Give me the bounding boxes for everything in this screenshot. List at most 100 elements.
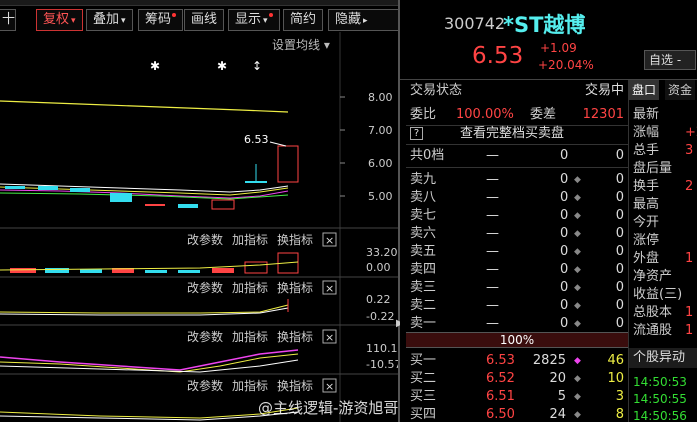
switch-indicator-button[interactable]: 换指标 bbox=[277, 280, 313, 295]
tab-pankou[interactable]: 盘口 bbox=[629, 80, 660, 100]
candle bbox=[38, 186, 58, 190]
side-field-value: 1 bbox=[685, 305, 694, 320]
buy-sell-ratio-bar: 100% bbox=[406, 332, 628, 348]
ma-line-long bbox=[0, 100, 289, 113]
overlay-button[interactable]: 叠加 ▾ bbox=[86, 9, 133, 31]
ask-row[interactable]: 卖七 —0 ◆ 0 bbox=[406, 207, 628, 225]
price-change-pct: +20.04% bbox=[538, 58, 594, 72]
edit-params-button[interactable]: 改参数 bbox=[187, 378, 223, 393]
candle bbox=[5, 186, 25, 189]
bid-row[interactable]: 买四 6.50 24 ◆ 8 bbox=[406, 406, 628, 422]
display-button[interactable]: 显示 ▾ bbox=[228, 9, 280, 31]
status-row: 交易状态 交易中 bbox=[410, 83, 624, 98]
ask-row[interactable]: 卖三 —0 ◆ 0 bbox=[406, 279, 628, 297]
switch-indicator-button[interactable]: 换指标 bbox=[277, 329, 313, 344]
bid-row[interactable]: 买二 6.52 20 ◆ 10 bbox=[406, 370, 628, 388]
price-tick-label: 7.00 bbox=[368, 124, 393, 137]
add-watchlist-button[interactable]: 自选 - bbox=[644, 50, 696, 70]
close-panel-glyph[interactable]: × bbox=[325, 380, 334, 393]
abnormal-time[interactable]: 14:50:56 bbox=[633, 408, 687, 422]
price-tick-label: 8.00 bbox=[368, 91, 393, 104]
side-field-label: 最高 bbox=[633, 197, 660, 212]
indicator-panel-volume bbox=[0, 252, 299, 274]
edit-params-button[interactable]: 改参数 bbox=[187, 232, 223, 247]
switch-indicator-button[interactable]: 换指标 bbox=[277, 378, 313, 393]
indicator-panel-2 bbox=[0, 299, 289, 316]
candles-group bbox=[5, 145, 299, 210]
arrow-marker: ↕ bbox=[252, 59, 262, 73]
stock-code: 300742 bbox=[444, 14, 506, 33]
side-field-label: 外盘 bbox=[633, 251, 660, 266]
side-field-value: +2 bbox=[685, 125, 697, 140]
price-tick-label: 6.00 bbox=[368, 157, 393, 170]
side-field-label: 流通股 bbox=[633, 323, 673, 338]
abnormal-time[interactable]: 14:50:53 bbox=[633, 374, 687, 390]
side-field-label: 总股本 bbox=[633, 305, 673, 320]
ask-row[interactable]: 卖八 —0 ◆ 0 bbox=[406, 189, 628, 207]
side-field-label: 涨停 bbox=[633, 233, 660, 248]
ask-row[interactable]: 卖九 —0 ◆ 0 bbox=[406, 171, 628, 189]
side-field-label: 最新 bbox=[633, 107, 660, 122]
add-indicator-button[interactable]: 加指标 bbox=[232, 232, 268, 247]
draw-line-button[interactable]: 画线 bbox=[184, 9, 225, 31]
candle bbox=[110, 193, 132, 202]
add-indicator-button[interactable]: 加指标 bbox=[232, 280, 268, 295]
stock-price: 6.53 bbox=[472, 43, 524, 69]
side-field-label: 净资产 bbox=[633, 269, 673, 284]
side-field-label: 收益(三) bbox=[633, 287, 683, 302]
indicator-tick-label: -10.57 bbox=[366, 358, 398, 371]
side-field-label: 盘后量 bbox=[633, 161, 673, 176]
price-tick-label: 5.00 bbox=[368, 190, 393, 203]
simple-button[interactable]: 简约 bbox=[283, 9, 324, 31]
candle bbox=[211, 199, 235, 210]
price-axis: 8.00 7.00 6.00 5.00 bbox=[340, 91, 393, 203]
section-abnormal[interactable]: 个股异动 bbox=[629, 348, 697, 368]
edit-params-button[interactable]: 改参数 bbox=[187, 329, 223, 344]
ask-row[interactable]: 卖二 —0 ◆ 0 bbox=[406, 297, 628, 315]
view-full-book-button[interactable]: ? 查看完整档买卖盘 bbox=[406, 125, 628, 143]
help-icon: ? bbox=[410, 127, 423, 140]
side-field-value: 2 bbox=[685, 179, 694, 194]
weibi-row: 委比 100.00% 委差 12301 bbox=[410, 107, 624, 122]
kline-chart-svg[interactable]: 设置均线 ▾ ✱ ✱ ↕ 8.007.006.005.00 6.53 改参数 加… bbox=[0, 32, 405, 422]
chips-button[interactable]: 筹码 bbox=[138, 9, 184, 31]
annotation-pointer bbox=[269, 141, 287, 147]
indicator-tick-label: 0.00 bbox=[366, 261, 391, 274]
notify-dot bbox=[268, 13, 273, 17]
price-change: +1.09 bbox=[540, 41, 577, 55]
candle bbox=[70, 188, 90, 192]
side-field-label: 涨幅 bbox=[633, 125, 660, 140]
bid-row[interactable]: 买一 6.53 2825 ◆ 46 bbox=[406, 352, 628, 370]
crosshair-button[interactable]: 十 bbox=[0, 9, 16, 31]
tab-funds[interactable]: 资金 bbox=[665, 80, 696, 100]
hide-button[interactable]: 隐藏 ▸ bbox=[328, 9, 400, 31]
close-panel-glyph[interactable]: × bbox=[325, 331, 334, 344]
stock-name: *ST越博 bbox=[503, 13, 586, 37]
add-indicator-button[interactable]: 加指标 bbox=[232, 378, 268, 393]
ask-row[interactable]: 卖六 —0 ◆ 0 bbox=[406, 225, 628, 243]
switch-indicator-button[interactable]: 换指标 bbox=[277, 232, 313, 247]
price-annotation: 6.53 bbox=[244, 133, 269, 146]
watermark: @主线逻辑-游资旭哥 bbox=[258, 399, 399, 417]
close-panel-glyph[interactable]: × bbox=[325, 282, 334, 295]
quote-panel: 300742 *ST越博 6.53 +1.09 +20.04% 自选 - 交易状… bbox=[400, 0, 697, 422]
bid-row[interactable]: 买三 6.51 5 ◆ 3 bbox=[406, 388, 628, 406]
side-panel: 盘口 资金 最新涨幅 +2 总手 3 盘后量换手 2 最高今开涨停外盘 1 净资产收益(三) 总股… bbox=[628, 80, 697, 422]
close-panel-glyph[interactable]: × bbox=[325, 234, 334, 247]
indicator-panel-4 bbox=[0, 407, 299, 421]
edit-params-button[interactable]: 改参数 bbox=[187, 280, 223, 295]
ask-row[interactable]: 卖四 —0 ◆ 0 bbox=[406, 261, 628, 279]
candle bbox=[245, 181, 267, 183]
ma-setting-label[interactable]: 设置均线 ▾ bbox=[272, 38, 330, 52]
add-indicator-button[interactable]: 加指标 bbox=[232, 329, 268, 344]
side-field-value: 1 bbox=[685, 323, 694, 338]
adjust-button[interactable]: 复权 ▾ bbox=[36, 9, 83, 31]
quote-header: 300742 *ST越博 6.53 +1.09 +20.04% 自选 - bbox=[400, 0, 697, 80]
ask-row[interactable]: 卖五 —0 ◆ 0 bbox=[406, 243, 628, 261]
side-field-value: 3 bbox=[685, 143, 694, 158]
indicator-tick-label: 110.16 bbox=[366, 342, 398, 355]
kline-chart-area[interactable]: 设置均线 ▾ ✱ ✱ ↕ 8.00 7.00 6.00 5.00 6.53 改参… bbox=[0, 32, 405, 422]
last-candle bbox=[277, 145, 299, 183]
ask-row[interactable]: 卖一 —0 ◆ 0 bbox=[406, 315, 628, 333]
abnormal-time[interactable]: 14:50:55 bbox=[633, 391, 687, 407]
